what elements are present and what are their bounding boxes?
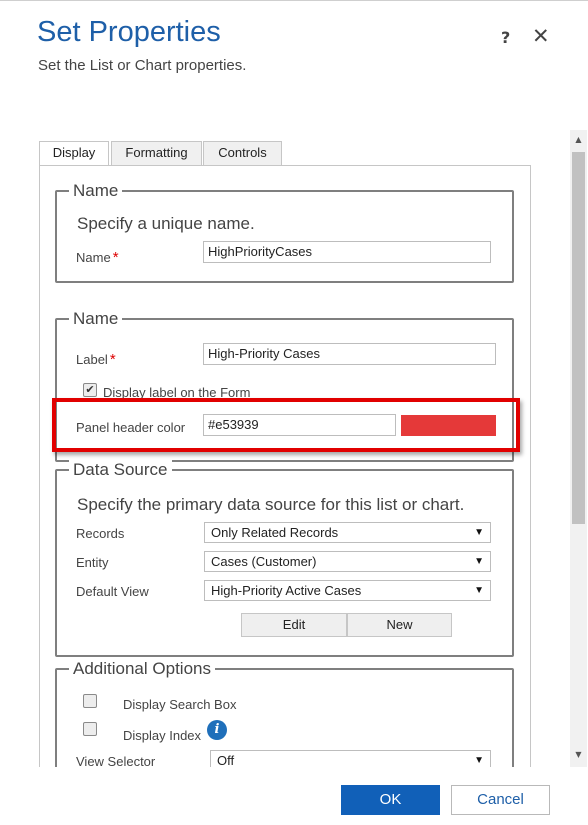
window-top-border (0, 0, 588, 1)
search-box-label: Display Search Box (123, 697, 237, 712)
properties-scroll-area: Display Formatting Controls Name Specify… (0, 130, 588, 767)
dialog-footer: OK Cancel (0, 767, 588, 825)
chevron-down-icon: ▼ (474, 556, 484, 567)
name-legend: Name (69, 181, 123, 201)
display-index-label: Display Index (123, 728, 202, 743)
view-selector-select[interactable]: Off ▼ (210, 750, 491, 767)
vertical-scrollbar[interactable]: ▲ ▼ (570, 130, 587, 767)
required-asterisk: * (109, 351, 116, 368)
name-fieldset: Name (55, 181, 514, 283)
edit-button[interactable]: Edit (241, 613, 347, 637)
entity-label: Entity (76, 555, 109, 570)
default-view-label: Default View (76, 584, 149, 599)
label-input[interactable]: High-Priority Cases (203, 343, 496, 365)
tab-display[interactable]: Display (39, 141, 109, 168)
dialog-subtitle: Set the List or Chart properties. (38, 57, 247, 74)
tab-formatting[interactable]: Formatting (111, 141, 202, 167)
label-label: Label * (76, 351, 116, 368)
new-button[interactable]: New (347, 613, 452, 637)
entity-select[interactable]: Cases (Customer) ▼ (204, 551, 491, 572)
close-button[interactable]: ✕ (532, 24, 550, 48)
scroll-down-icon[interactable]: ▼ (570, 749, 587, 761)
additional-options-legend: Additional Options (69, 659, 215, 679)
name-description: Specify a unique name. (77, 214, 255, 233)
checkmark-icon: ✔ (85, 383, 95, 396)
chevron-down-icon: ▼ (474, 527, 484, 538)
name-label: Name * (76, 249, 119, 266)
chevron-down-icon: ▼ (474, 755, 484, 766)
default-view-select[interactable]: High-Priority Active Cases ▼ (204, 580, 491, 601)
info-icon[interactable]: i (207, 720, 227, 740)
display-index-checkbox[interactable] (83, 722, 97, 736)
dialog-title: Set Properties (37, 16, 221, 48)
name-input[interactable]: HighPriorityCases (203, 241, 491, 263)
search-box-checkbox[interactable] (83, 694, 97, 708)
ok-button[interactable]: OK (341, 785, 440, 815)
scroll-up-icon[interactable]: ▲ (570, 134, 587, 146)
records-label: Records (76, 526, 125, 541)
data-source-legend: Data Source (69, 460, 172, 480)
cancel-button[interactable]: Cancel (451, 785, 550, 815)
tab-controls[interactable]: Controls (203, 141, 282, 167)
scrollbar-thumb[interactable] (572, 152, 585, 524)
highlight-box (52, 398, 520, 452)
display-label-checkbox[interactable]: ✔ (83, 383, 97, 397)
label-legend: Name (69, 309, 123, 329)
data-source-description: Specify the primary data source for this… (77, 495, 465, 514)
view-selector-label: View Selector (76, 754, 156, 767)
required-asterisk: * (112, 249, 119, 266)
chevron-down-icon: ▼ (474, 585, 484, 596)
records-select[interactable]: Only Related Records ▼ (204, 522, 491, 543)
help-button[interactable]: ? (501, 28, 510, 47)
